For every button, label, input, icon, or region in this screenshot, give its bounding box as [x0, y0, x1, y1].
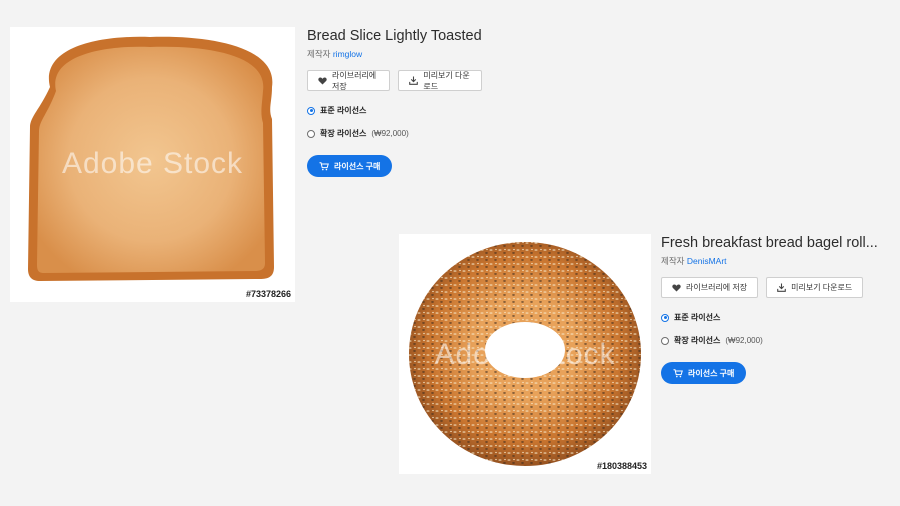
- creator-row: 제작자 rimglow: [307, 48, 482, 60]
- radio-button[interactable]: [307, 129, 315, 138]
- asset-info: Fresh breakfast bread bagel roll... 제작자 …: [661, 235, 878, 384]
- asset-info: Bread Slice Lightly Toasted 제작자 rimglow …: [307, 28, 482, 177]
- creator-row: 제작자 DenisMArt: [661, 255, 878, 267]
- watermark: Adobe Stock: [434, 338, 616, 371]
- license-extended-label: 확장 라이선스: [320, 129, 367, 138]
- radio-button-selected[interactable]: [661, 313, 669, 322]
- preview-download-label: 미리보기 다운로드: [423, 70, 470, 91]
- asset-title[interactable]: Fresh breakfast bread bagel roll...: [661, 235, 878, 251]
- watermark: Adobe Stock: [61, 147, 244, 180]
- asset-title[interactable]: Bread Slice Lightly Toasted: [307, 28, 482, 44]
- buy-license-button[interactable]: 라이선스 구매: [307, 155, 393, 177]
- radio-button[interactable]: [661, 336, 669, 345]
- preview-download-button[interactable]: 미리보기 다운로드: [398, 70, 482, 91]
- save-to-library-label: 라이브러리에 저장: [332, 70, 377, 91]
- license-extended-price: (₩92,000): [371, 129, 409, 138]
- preview-download-label: 미리보기 다운로드: [791, 283, 853, 292]
- license-extended-label: 확장 라이선스: [674, 336, 721, 345]
- asset-thumbnail[interactable]: Adobe Stock #180388453: [399, 234, 651, 474]
- asset-id: #73378266: [245, 289, 291, 299]
- cart-icon: [673, 368, 683, 378]
- license-standard-label: 표준 라이선스: [674, 313, 721, 322]
- save-to-library-label: 라이브러리에 저장: [686, 283, 748, 292]
- download-icon: [777, 283, 786, 292]
- creator-link[interactable]: DenisMArt: [687, 256, 727, 266]
- license-option-standard[interactable]: 표준 라이선스: [307, 105, 482, 116]
- license-standard-label: 표준 라이선스: [320, 106, 367, 115]
- creator-label: 제작자: [307, 49, 331, 59]
- license-option-standard[interactable]: 표준 라이선스: [661, 312, 878, 323]
- download-icon: [409, 76, 419, 85]
- cart-icon: [319, 161, 329, 171]
- license-option-extended[interactable]: 확장 라이선스 (₩92,000): [661, 335, 878, 346]
- save-to-library-button[interactable]: 라이브러리에 저장: [307, 70, 391, 91]
- buy-license-label: 라이선스 구매: [334, 161, 381, 171]
- buy-license-button[interactable]: 라이선스 구매: [661, 362, 747, 384]
- creator-link[interactable]: rimglow: [333, 49, 362, 59]
- action-buttons: 라이브러리에 저장 미리보기 다운로드: [307, 70, 482, 91]
- license-option-extended[interactable]: 확장 라이선스 (₩92,000): [307, 128, 482, 139]
- asset-id: #180388453: [596, 461, 647, 471]
- asset-thumbnail[interactable]: Adobe Stock #73378266: [10, 27, 295, 302]
- buy-license-label: 라이선스 구매: [688, 368, 735, 378]
- heart-icon: [318, 76, 327, 85]
- radio-button-selected[interactable]: [307, 106, 315, 115]
- heart-icon: [672, 283, 681, 292]
- creator-label: 제작자: [661, 256, 685, 266]
- preview-download-button[interactable]: 미리보기 다운로드: [766, 277, 864, 298]
- action-buttons: 라이브러리에 저장 미리보기 다운로드: [661, 277, 878, 298]
- license-extended-price: (₩92,000): [725, 336, 763, 345]
- save-to-library-button[interactable]: 라이브러리에 저장: [661, 277, 759, 298]
